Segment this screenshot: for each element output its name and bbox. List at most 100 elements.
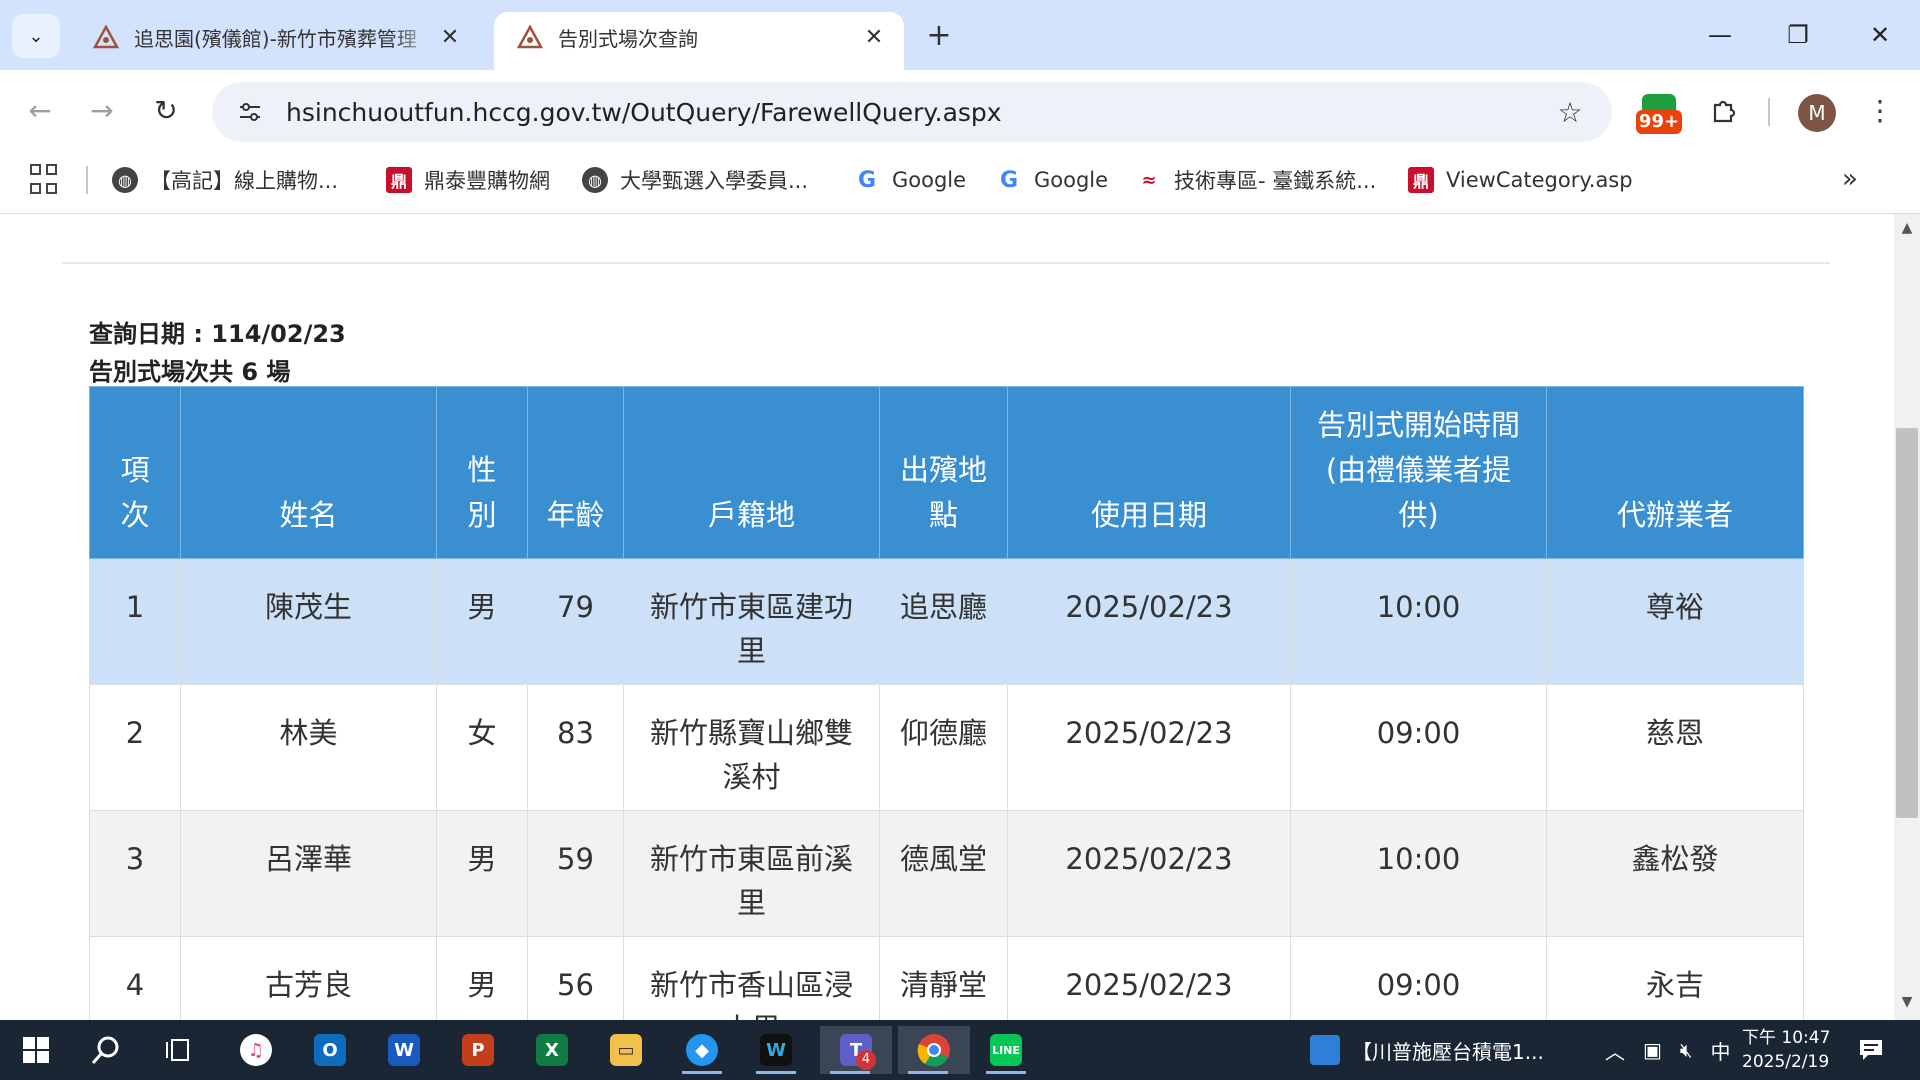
- excel-icon[interactable]: X: [522, 1026, 582, 1074]
- file-explorer-icon[interactable]: ▭: [596, 1026, 656, 1074]
- kebab-menu-icon[interactable]: ⋮: [1860, 88, 1900, 132]
- bookmarks-divider: [86, 166, 88, 194]
- site-info-icon[interactable]: [228, 90, 272, 134]
- cell-residence: 新竹市香山區浸水里: [623, 936, 880, 1020]
- scroll-down-arrow-icon[interactable]: ▼: [1894, 994, 1920, 1010]
- cell-agency: 鑫松發: [1546, 810, 1804, 937]
- clock-date: 2025/2/19: [1742, 1052, 1830, 1072]
- bookmark-item[interactable]: 鼎 ViewCategory.asp: [1408, 160, 1633, 200]
- url-text[interactable]: hsinchuoutfun.hccg.gov.tw/OutQuery/Farew…: [286, 98, 1548, 127]
- table-header-row: 項次 姓名 性別 年齡 戶籍地 出殯地點 使用日期 告別式開始時間(由禮儀業者提…: [89, 386, 1804, 559]
- cell-gender: 男: [436, 558, 528, 685]
- taskbar-window-label: 【川普施壓台積電1...: [1352, 1039, 1544, 1064]
- cell-residence: 新竹市東區前溪里: [623, 810, 880, 937]
- cell-agency: 慈恩: [1546, 684, 1804, 811]
- divider: [62, 262, 1830, 264]
- table-row[interactable]: 3 呂澤華 男 59 新竹市東區前溪里 德風堂 2025/02/23 10:00…: [89, 810, 1804, 937]
- dintaifung-icon: 鼎: [1408, 167, 1434, 193]
- column-header: 告別式開始時間(由禮儀業者提供): [1290, 386, 1547, 559]
- tab-cemetery[interactable]: 追思園(殯儀館)-新竹市殯葬管理 ✕: [70, 12, 480, 70]
- outlook-icon[interactable]: O: [300, 1026, 360, 1074]
- windows-logo-icon: [23, 1037, 49, 1063]
- task-view-icon[interactable]: [148, 1026, 208, 1074]
- app-window-icon: [1310, 1035, 1340, 1065]
- docker-icon[interactable]: ◆: [672, 1026, 732, 1074]
- notification-icon[interactable]: [1854, 1034, 1888, 1066]
- word-icon[interactable]: W: [374, 1026, 434, 1074]
- cell-residence: 新竹市東區建功里: [623, 558, 880, 685]
- forward-arrow-icon[interactable]: →: [80, 88, 124, 132]
- network-icon[interactable]: ▣: [1643, 1038, 1662, 1062]
- reload-icon[interactable]: ↻: [144, 88, 188, 132]
- webex-icon[interactable]: W: [746, 1026, 806, 1074]
- table-row[interactable]: 2 林美 女 83 新竹縣寶山鄉雙溪村 仰德廳 2025/02/23 09:00…: [89, 684, 1804, 811]
- cell-date: 2025/02/23: [1007, 810, 1291, 937]
- line-app-icon[interactable]: LINE: [976, 1026, 1036, 1074]
- bookmarks-overflow-icon[interactable]: »: [1842, 164, 1858, 194]
- google-icon: G: [999, 167, 1019, 193]
- bookmark-star-icon[interactable]: ☆: [1548, 96, 1592, 129]
- cell-gender: 女: [436, 684, 528, 811]
- tab-search-button[interactable]: ⌄: [12, 14, 60, 58]
- restore-icon[interactable]: ❐: [1768, 10, 1828, 60]
- cell-index: 4: [89, 936, 181, 1020]
- cell-agency: 永吉: [1546, 936, 1804, 1020]
- clock-time: 下午 10:47: [1742, 1028, 1831, 1048]
- new-tab-button[interactable]: +: [918, 14, 960, 56]
- window-close-icon[interactable]: ✕: [1850, 10, 1910, 60]
- ime-indicator[interactable]: 中: [1711, 1036, 1731, 1065]
- cell-name: 古芳良: [180, 936, 437, 1020]
- cell-gender: 男: [436, 810, 528, 937]
- cell-venue: 德風堂: [879, 810, 1008, 937]
- table-row[interactable]: 4 古芳良 男 56 新竹市香山區浸水里 清靜堂 2025/02/23 09:0…: [89, 936, 1804, 1020]
- column-header: 姓名: [180, 386, 437, 559]
- back-arrow-icon[interactable]: ←: [18, 88, 62, 132]
- apps-grid-icon[interactable]: [30, 164, 62, 196]
- vertical-scrollbar[interactable]: ▲ ▼: [1894, 214, 1920, 1020]
- bookmark-item[interactable]: G Google: [996, 160, 1108, 200]
- cell-index: 3: [89, 810, 181, 937]
- itunes-icon[interactable]: ♫: [226, 1026, 286, 1074]
- taskbar: ♫ O W P X ▭ ◆ W T 4 LINE 【川普施壓台積電1... ︿ …: [0, 1020, 1920, 1080]
- cell-age: 79: [527, 558, 624, 685]
- railway-icon: ≈: [1141, 169, 1157, 191]
- start-button[interactable]: [6, 1026, 66, 1074]
- line-extension-icon[interactable]: 99+: [1636, 94, 1682, 134]
- bookmark-item[interactable]: ≈ 技術專區- 臺鐵系統...: [1136, 160, 1376, 200]
- bookmark-item[interactable]: G Google: [854, 160, 966, 200]
- scroll-thumb[interactable]: [1896, 428, 1918, 818]
- scroll-up-arrow-icon[interactable]: ▲: [1894, 220, 1920, 236]
- powerpoint-icon[interactable]: P: [448, 1026, 508, 1074]
- bookmarks-bar: ◍ 【高記】線上購物... 鼎 鼎泰豐購物網 ◍ 大學甄選入學委員... G G…: [0, 152, 1920, 214]
- teams-icon[interactable]: T 4: [820, 1026, 892, 1074]
- close-tab-icon[interactable]: ✕: [860, 25, 888, 50]
- close-tab-icon[interactable]: ✕: [436, 25, 464, 50]
- search-icon[interactable]: [76, 1026, 136, 1074]
- taskbar-window-item[interactable]: 【川普施壓台積電1...: [1310, 1026, 1580, 1074]
- cell-name: 林美: [180, 684, 437, 811]
- cell-index: 1: [89, 558, 181, 685]
- chevron-up-icon[interactable]: ︿: [1605, 1036, 1625, 1065]
- chrome-icon[interactable]: [898, 1026, 970, 1074]
- google-icon: G: [857, 167, 877, 193]
- column-header: 使用日期: [1007, 386, 1291, 559]
- globe-icon: ◍: [112, 167, 138, 193]
- cell-date: 2025/02/23: [1007, 936, 1291, 1020]
- column-header: 戶籍地: [623, 386, 880, 559]
- cell-name: 陳茂生: [180, 558, 437, 685]
- table-row[interactable]: 1 陳茂生 男 79 新竹市東區建功里 追思廳 2025/02/23 10:00…: [89, 558, 1804, 685]
- puzzle-icon[interactable]: [1702, 88, 1746, 132]
- tab-farewell-query[interactable]: 告別式場次查詢 ✕: [494, 12, 904, 70]
- bookmark-item[interactable]: ◍ 大學甄選入學委員...: [582, 160, 808, 200]
- address-bar[interactable]: hsinchuoutfun.hccg.gov.tw/OutQuery/Farew…: [212, 82, 1612, 142]
- avatar[interactable]: M: [1798, 94, 1836, 132]
- volume-muted-icon[interactable]: 🔇︎: [1680, 1038, 1693, 1062]
- cell-venue: 追思廳: [879, 558, 1008, 685]
- bookmark-item[interactable]: ◍ 【高記】線上購物...: [112, 160, 338, 200]
- tab-title: 追思園(殯儀館)-新竹市殯葬管理: [134, 26, 417, 51]
- minimize-icon[interactable]: —: [1690, 10, 1750, 60]
- bookmark-label: Google: [892, 168, 967, 192]
- page-content: 查詢日期 : 114/02/23 告別式場次共 6 場 項次 姓名 性別 年齡 …: [0, 214, 1894, 1020]
- bookmark-item[interactable]: 鼎 鼎泰豐購物網: [386, 160, 550, 200]
- clock[interactable]: 下午 10:47 2025/2/19: [1742, 1026, 1830, 1074]
